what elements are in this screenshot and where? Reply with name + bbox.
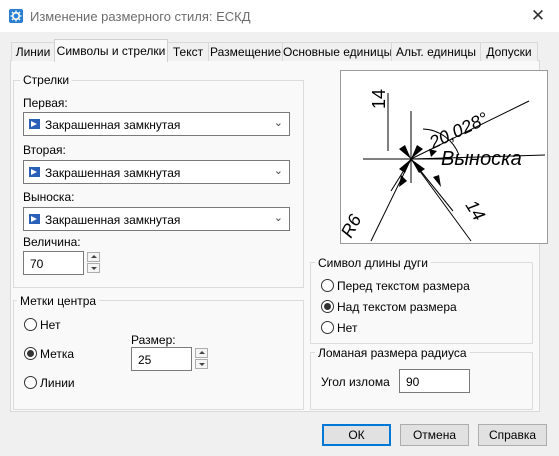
center-mark-line-label: Линии xyxy=(40,376,75,390)
jog-angle-value: 90 xyxy=(406,375,420,389)
tab-fit[interactable]: Размещение xyxy=(208,42,283,61)
spin-up-icon[interactable] xyxy=(87,252,100,262)
preview-angle-text: 20,028° xyxy=(425,108,491,153)
first-arrow-label: Первая: xyxy=(23,96,68,110)
preview-dim-right: 14 xyxy=(462,197,490,225)
spin-down-icon[interactable] xyxy=(195,359,208,369)
center-mark-mark-radio[interactable] xyxy=(24,347,37,360)
filled-arrow-icon xyxy=(29,214,40,224)
spin-up-icon[interactable] xyxy=(195,348,208,358)
center-mark-line-radio[interactable] xyxy=(24,376,37,389)
center-mark-none-label: Нет xyxy=(40,318,61,332)
tab-text[interactable]: Текст xyxy=(167,42,209,61)
second-arrow-value: Закрашенная замкнутая xyxy=(45,166,181,180)
close-icon[interactable]: ✕ xyxy=(527,6,549,26)
arrow-size-value: 70 xyxy=(30,257,44,271)
leader-arrow-value: Закрашенная замкнутая xyxy=(45,213,181,227)
preview-panel: 14 20,028° Выноска R6 14 xyxy=(340,70,548,244)
arrow-size-input[interactable]: 70 xyxy=(23,251,84,275)
center-marks-group-title: Метки центра xyxy=(17,294,100,308)
center-mark-mark-label: Метка xyxy=(40,347,75,361)
tab-lines[interactable]: Линии xyxy=(11,42,55,61)
tab-primary-units[interactable]: Основные единицы xyxy=(282,42,392,61)
window-title: Изменение размерного стиля: ЕСКД xyxy=(30,9,251,24)
center-size-spinner[interactable] xyxy=(195,348,208,370)
second-arrow-label: Вторая: xyxy=(23,143,66,157)
arc-none-label: Нет xyxy=(337,321,358,335)
filled-arrow-icon xyxy=(29,167,40,177)
second-arrow-select[interactable]: Закрашенная замкнутая ⌄ xyxy=(23,160,290,184)
arc-above-radio[interactable] xyxy=(321,300,334,313)
ok-button[interactable]: ОК xyxy=(322,424,391,446)
chevron-down-icon: ⌄ xyxy=(273,165,283,177)
arc-above-label: Над текстом размера xyxy=(337,300,457,314)
arc-length-group-title: Символ длины дуги xyxy=(315,256,431,270)
preview-leader-text: Выноска xyxy=(441,148,522,170)
dimension-preview-drawing: 14 20,028° Выноска R6 14 xyxy=(341,89,546,242)
help-button[interactable]: Справка xyxy=(478,424,547,446)
arc-none-radio[interactable] xyxy=(321,321,334,334)
spin-down-icon[interactable] xyxy=(87,263,100,273)
first-arrow-select[interactable]: Закрашенная замкнутая ⌄ xyxy=(23,112,290,136)
arrow-size-label: Величина: xyxy=(23,235,81,249)
center-size-label: Размер: xyxy=(131,333,176,347)
jog-angle-label: Угол излома xyxy=(321,375,390,389)
arrow-size-spinner[interactable] xyxy=(87,252,100,274)
preview-dim-top: 14 xyxy=(369,89,389,109)
title-bar: Изменение размерного стиля: ЕСКД ✕ xyxy=(0,0,559,32)
arc-before-label: Перед текстом размера xyxy=(337,279,470,293)
center-size-input[interactable]: 25 xyxy=(131,347,192,371)
jog-angle-input[interactable]: 90 xyxy=(399,369,470,393)
cancel-button[interactable]: Отмена xyxy=(400,424,469,446)
leader-arrow-select[interactable]: Закрашенная замкнутая ⌄ xyxy=(23,207,290,231)
center-size-value: 25 xyxy=(138,353,152,367)
app-gear-icon xyxy=(9,9,23,23)
arc-before-radio[interactable] xyxy=(321,279,334,292)
tab-symbols-arrows[interactable]: Символы и стрелки xyxy=(54,39,168,62)
leader-arrow-label: Выноска: xyxy=(23,190,75,204)
chevron-down-icon: ⌄ xyxy=(273,117,283,129)
filled-arrow-icon xyxy=(29,119,40,129)
radius-jog-group-title: Ломаная размера радиуса xyxy=(315,346,470,360)
tab-alternate-units[interactable]: Альт. единицы xyxy=(391,42,481,61)
center-mark-none-radio[interactable] xyxy=(24,318,37,331)
chevron-down-icon: ⌄ xyxy=(273,212,283,224)
tab-tolerances[interactable]: Допуски xyxy=(480,42,538,61)
arrowheads-group-title: Стрелки xyxy=(20,73,73,87)
preview-radius-text: R6 xyxy=(341,210,366,241)
first-arrow-value: Закрашенная замкнутая xyxy=(45,118,181,132)
